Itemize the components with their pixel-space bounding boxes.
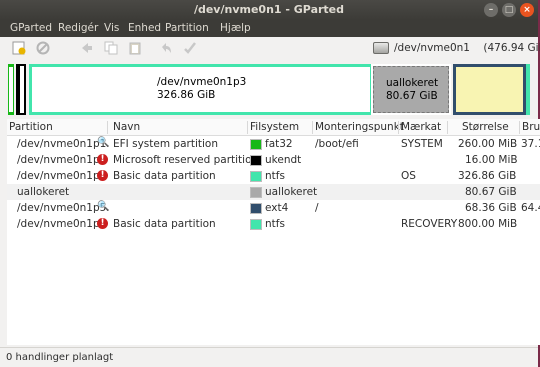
- size-cell: 260.00 MiB: [458, 138, 518, 150]
- main-partition-name: /dev/nvme0n1p3: [157, 76, 247, 88]
- partition-cell: /dev/nvme0n1p3: [17, 170, 107, 182]
- mount-cell: /: [315, 202, 319, 214]
- size-cell: 326.86 GiB: [458, 170, 517, 182]
- col-partition[interactable]: Partition: [9, 121, 53, 133]
- fs-color-swatch: [250, 171, 262, 182]
- partition-cell: uallokeret: [17, 186, 70, 198]
- fs-color-swatch: [250, 219, 262, 230]
- col-used[interactable]: Bru: [522, 121, 540, 133]
- size-cell: 16.00 MiB: [465, 154, 518, 166]
- warning-icon: !: [97, 154, 108, 165]
- menu-bar: GParted Redigér Vis Enhed Partition Hjæl…: [0, 20, 538, 37]
- label-cell: SYSTEM: [401, 138, 443, 150]
- col-filesystem[interactable]: Filsystem: [250, 121, 299, 133]
- disk-map: /dev/nvme0n1p3 326.86 GiB uallokeret 80.…: [8, 64, 530, 115]
- partition-block-p1[interactable]: [8, 64, 14, 115]
- name-cell: Basic data partition: [113, 218, 216, 230]
- size-cell: 68.36 GiB: [465, 202, 517, 214]
- name-cell: Basic data partition: [113, 170, 216, 182]
- used-cell: 37.19: [521, 138, 540, 150]
- mount-cell: /boot/efi: [315, 138, 359, 150]
- fs-cell: ntfs: [265, 170, 285, 182]
- paste-icon[interactable]: [127, 40, 143, 56]
- table-row[interactable]: /dev/nvme0n1p5 🔍 ext4 / 68.36 GiB 64.44: [7, 200, 540, 216]
- name-cell: EFI system partition: [113, 138, 218, 150]
- partition-cell: /dev/nvme0n1p2: [17, 154, 107, 166]
- magnifier-icon: 🔍: [97, 201, 110, 212]
- label-cell: OS: [401, 170, 416, 182]
- fs-color-swatch: [250, 203, 262, 214]
- fs-color-swatch: [250, 155, 262, 166]
- used-cell: 64.44: [521, 202, 540, 214]
- partition-block-p2[interactable]: [16, 64, 26, 115]
- partition-table: Partition Navn Filsystem Monteringspunkt…: [7, 119, 540, 345]
- main-partition-size: 326.86 GiB: [157, 89, 216, 101]
- partition-block-unallocated[interactable]: uallokeret 80.67 GiB: [371, 64, 451, 115]
- partition-cell: /dev/nvme0n1p1: [17, 138, 107, 150]
- status-bar: 0 handlinger planlagt: [0, 347, 538, 367]
- menu-view[interactable]: Vis: [104, 22, 119, 34]
- menu-edit[interactable]: Redigér: [58, 22, 98, 34]
- fs-color-swatch: [250, 139, 262, 150]
- device-selector[interactable]: /dev/nvme0n1 (476.94 GiB): [373, 39, 540, 57]
- close-icon[interactable]: ×: [520, 3, 534, 17]
- window-title: /dev/nvme0n1 - GParted: [193, 3, 345, 16]
- copy-icon[interactable]: [103, 40, 119, 56]
- table-row[interactable]: /dev/nvme0n1p6 ! Basic data partition nt…: [7, 216, 540, 232]
- partition-block-p6[interactable]: [526, 64, 530, 115]
- name-cell: Microsoft reserved partition: [113, 154, 259, 166]
- partition-block-p5[interactable]: [453, 64, 526, 115]
- device-name: /dev/nvme0n1: [394, 42, 470, 54]
- fs-cell: fat32: [265, 138, 293, 150]
- title-bar: /dev/nvme0n1 - GParted – □ ×: [0, 0, 538, 20]
- col-mountpoint[interactable]: Monteringspunkt: [315, 121, 404, 133]
- status-text: 0 handlinger planlagt: [6, 352, 114, 363]
- gparted-window: /dev/nvme0n1 - GParted – □ × GParted Red…: [0, 0, 540, 367]
- menu-device[interactable]: Enhed: [128, 22, 161, 34]
- table-row[interactable]: uallokeret uallokeret 80.67 GiB: [7, 184, 540, 200]
- resize-move-icon[interactable]: [79, 40, 95, 56]
- delete-icon[interactable]: [35, 40, 51, 56]
- table-row[interactable]: /dev/nvme0n1p2 ! Microsoft reserved part…: [7, 152, 540, 168]
- toolbar: /dev/nvme0n1 (476.94 GiB): [0, 37, 540, 59]
- new-icon[interactable]: [11, 40, 27, 56]
- col-name[interactable]: Navn: [113, 121, 140, 133]
- table-header: Partition Navn Filsystem Monteringspunkt…: [7, 119, 540, 136]
- fs-cell: uallokeret: [265, 186, 318, 198]
- col-label[interactable]: Mærkat: [401, 121, 441, 133]
- label-cell: RECOVERY: [401, 218, 458, 230]
- maximize-icon[interactable]: □: [502, 3, 516, 17]
- col-size[interactable]: Størrelse: [462, 121, 509, 133]
- fs-color-swatch: [250, 187, 262, 198]
- minimize-icon[interactable]: –: [484, 3, 498, 17]
- fs-cell: ntfs: [265, 218, 285, 230]
- undo-icon[interactable]: [158, 40, 174, 56]
- fs-cell: ext4: [265, 202, 289, 214]
- menu-partition[interactable]: Partition: [165, 22, 209, 34]
- size-cell: 80.67 GiB: [465, 186, 517, 198]
- warning-icon: !: [97, 170, 108, 181]
- unallocated-name: uallokeret: [386, 77, 439, 89]
- menu-gparted[interactable]: GParted: [10, 22, 52, 34]
- device-size: (476.94 GiB): [483, 42, 540, 54]
- table-row[interactable]: /dev/nvme0n1p3 ! Basic data partition nt…: [7, 168, 540, 184]
- magnifier-icon: 🔍: [97, 137, 110, 148]
- apply-icon[interactable]: [182, 40, 198, 56]
- disk-icon: [373, 42, 389, 54]
- menu-help[interactable]: Hjælp: [220, 22, 251, 34]
- partition-cell: /dev/nvme0n1p5: [17, 202, 107, 214]
- unallocated-size: 80.67 GiB: [386, 90, 438, 102]
- size-cell: 800.00 MiB: [458, 218, 518, 230]
- table-row[interactable]: /dev/nvme0n1p1 🔍 EFI system partition fa…: [7, 136, 540, 152]
- partition-block-p3[interactable]: /dev/nvme0n1p3 326.86 GiB: [29, 64, 373, 115]
- fs-cell: ukendt: [265, 154, 302, 166]
- warning-icon: !: [97, 218, 108, 229]
- partition-cell: /dev/nvme0n1p6: [17, 218, 107, 230]
